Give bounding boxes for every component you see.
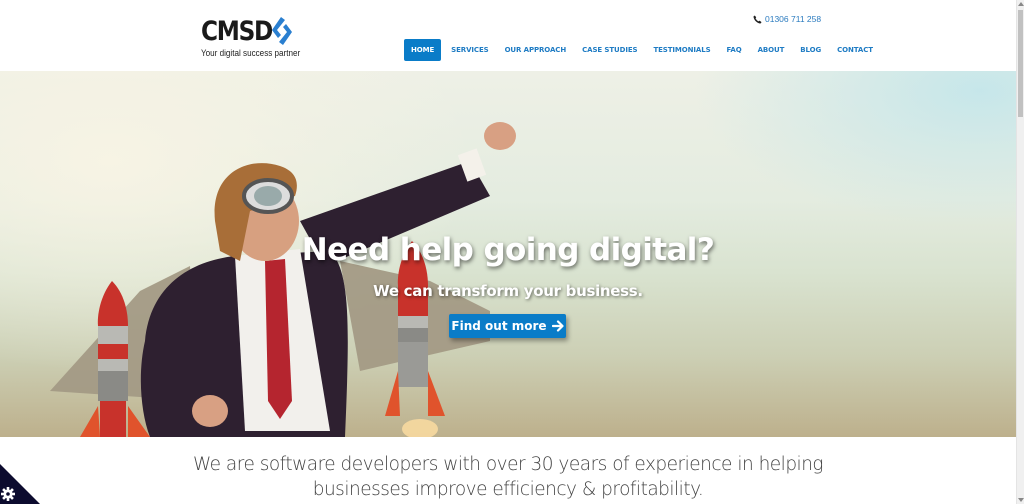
nav-case-studies[interactable]: CASE STUDIES xyxy=(574,39,645,61)
find-out-more-label: Find out more xyxy=(451,319,547,333)
nav-about[interactable]: ABOUT xyxy=(750,39,793,61)
nav-faq[interactable]: FAQ xyxy=(719,39,750,61)
phone-number: 01306 711 258 xyxy=(765,14,822,24)
nav-our-approach[interactable]: OUR APPROACH xyxy=(497,39,575,61)
find-out-more-button[interactable]: Find out more xyxy=(449,314,566,338)
nav-services[interactable]: SERVICES xyxy=(443,39,496,61)
scroll-up-arrow-icon[interactable] xyxy=(1018,1,1024,7)
page: CMSD Your digital success partner 01306 … xyxy=(0,0,1016,504)
nav-testimonials[interactable]: TESTIMONIALS xyxy=(645,39,718,61)
scroll-down-arrow-icon[interactable] xyxy=(1018,497,1024,503)
nav-home[interactable]: HOME xyxy=(404,39,442,61)
businessman xyxy=(140,122,516,437)
logo[interactable]: CMSD Your digital success partner xyxy=(201,15,301,60)
hero-subtitle: We can transform your business. xyxy=(373,282,643,300)
scrollbar-thumb[interactable] xyxy=(1018,10,1023,117)
nav-blog[interactable]: BLOG xyxy=(792,39,829,61)
intro-line-1: We are software developers with over 30 … xyxy=(192,454,824,475)
intro-text: We are software developers with over 30 … xyxy=(0,452,1016,502)
intro-line-2: businesses improve efficiency & profitab… xyxy=(312,479,704,500)
logo-tagline: Your digital success partner xyxy=(201,48,301,58)
hero-banner: Need help going digital? We can transfor… xyxy=(0,71,1016,437)
page-scrollbar[interactable] xyxy=(1016,0,1024,504)
phone-icon xyxy=(753,14,762,24)
site-header: CMSD Your digital success partner 01306 … xyxy=(0,0,1016,71)
main-nav: HOME SERVICES OUR APPROACH CASE STUDIES … xyxy=(404,39,881,61)
phone-link[interactable]: 01306 711 258 xyxy=(753,14,821,24)
hero-title: Need help going digital? xyxy=(301,232,715,268)
gear-icon xyxy=(1,487,15,501)
cookie-settings-button[interactable] xyxy=(0,464,40,504)
arrow-right-icon xyxy=(551,320,564,332)
chevron-brackets-icon xyxy=(272,17,292,45)
nav-contact[interactable]: CONTACT xyxy=(829,39,881,61)
logo-wordmark: CMSD xyxy=(201,16,273,47)
